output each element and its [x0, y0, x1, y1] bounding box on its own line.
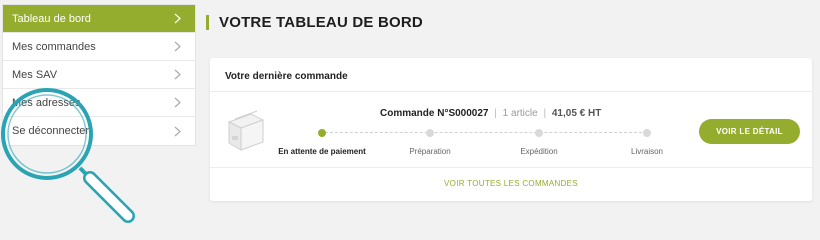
order-number: Commande N°S000027: [380, 108, 489, 119]
chevron-right-icon: [171, 125, 183, 137]
sidebar-item-label: Mes commandes: [12, 40, 96, 53]
order-price: 41,05 € HT: [551, 108, 602, 119]
sidebar-item-label: Se déconnecter: [12, 125, 90, 137]
package-box-icon: [227, 110, 265, 151]
article-count: 1 article: [502, 108, 538, 119]
chevron-right-icon: [171, 97, 183, 109]
sidebar-item-label: Tableau de bord: [12, 12, 91, 25]
step-label-shipping: Expédition: [520, 147, 558, 156]
step-dot: [535, 129, 543, 137]
step-label-preparation: Préparation: [409, 147, 451, 156]
step-dot: [426, 129, 434, 137]
view-all-orders-link[interactable]: VOIR TOUTES LES COMMANDES: [210, 179, 812, 188]
step-label-delivery: Livraison: [630, 147, 664, 156]
card-title: Votre dernière commande: [225, 71, 348, 82]
page-title-text: VOTRE TABLEAU DE BORD: [219, 13, 423, 31]
sidebar-item-addresses[interactable]: Mes adresses: [3, 89, 195, 117]
step-dot-current: [318, 129, 326, 137]
page-title: VOTRE TABLEAU DE BORD: [206, 12, 423, 32]
sidebar-item-label: Mes SAV: [12, 68, 58, 81]
account-sidebar: Tableau de bord Mes commandes Mes SAV Me…: [2, 4, 196, 146]
title-accent-bar: [206, 14, 209, 30]
sidebar-item-orders[interactable]: Mes commandes: [3, 33, 195, 61]
divider: [210, 91, 812, 92]
sidebar-item-logout[interactable]: Se déconnecter: [3, 117, 195, 145]
chevron-right-icon: [171, 69, 183, 81]
order-summary: Commande N°S000027 | 1 article | 41,05 €…: [380, 108, 602, 119]
divider: [210, 167, 812, 168]
sidebar-item-sav[interactable]: Mes SAV: [3, 61, 195, 89]
chevron-right-icon: [171, 13, 183, 25]
sidebar-item-dashboard[interactable]: Tableau de bord: [3, 5, 195, 33]
last-order-card: Votre dernière commande Commande N°S0000…: [210, 58, 812, 201]
view-detail-button[interactable]: VOIR LE DÉTAIL: [699, 119, 800, 144]
chevron-right-icon: [171, 41, 183, 53]
sidebar-item-label: Mes adresses: [12, 96, 81, 109]
step-dot: [643, 129, 651, 137]
step-label-pending-payment: En attente de paiement: [278, 147, 366, 156]
progress-track: [320, 132, 647, 133]
